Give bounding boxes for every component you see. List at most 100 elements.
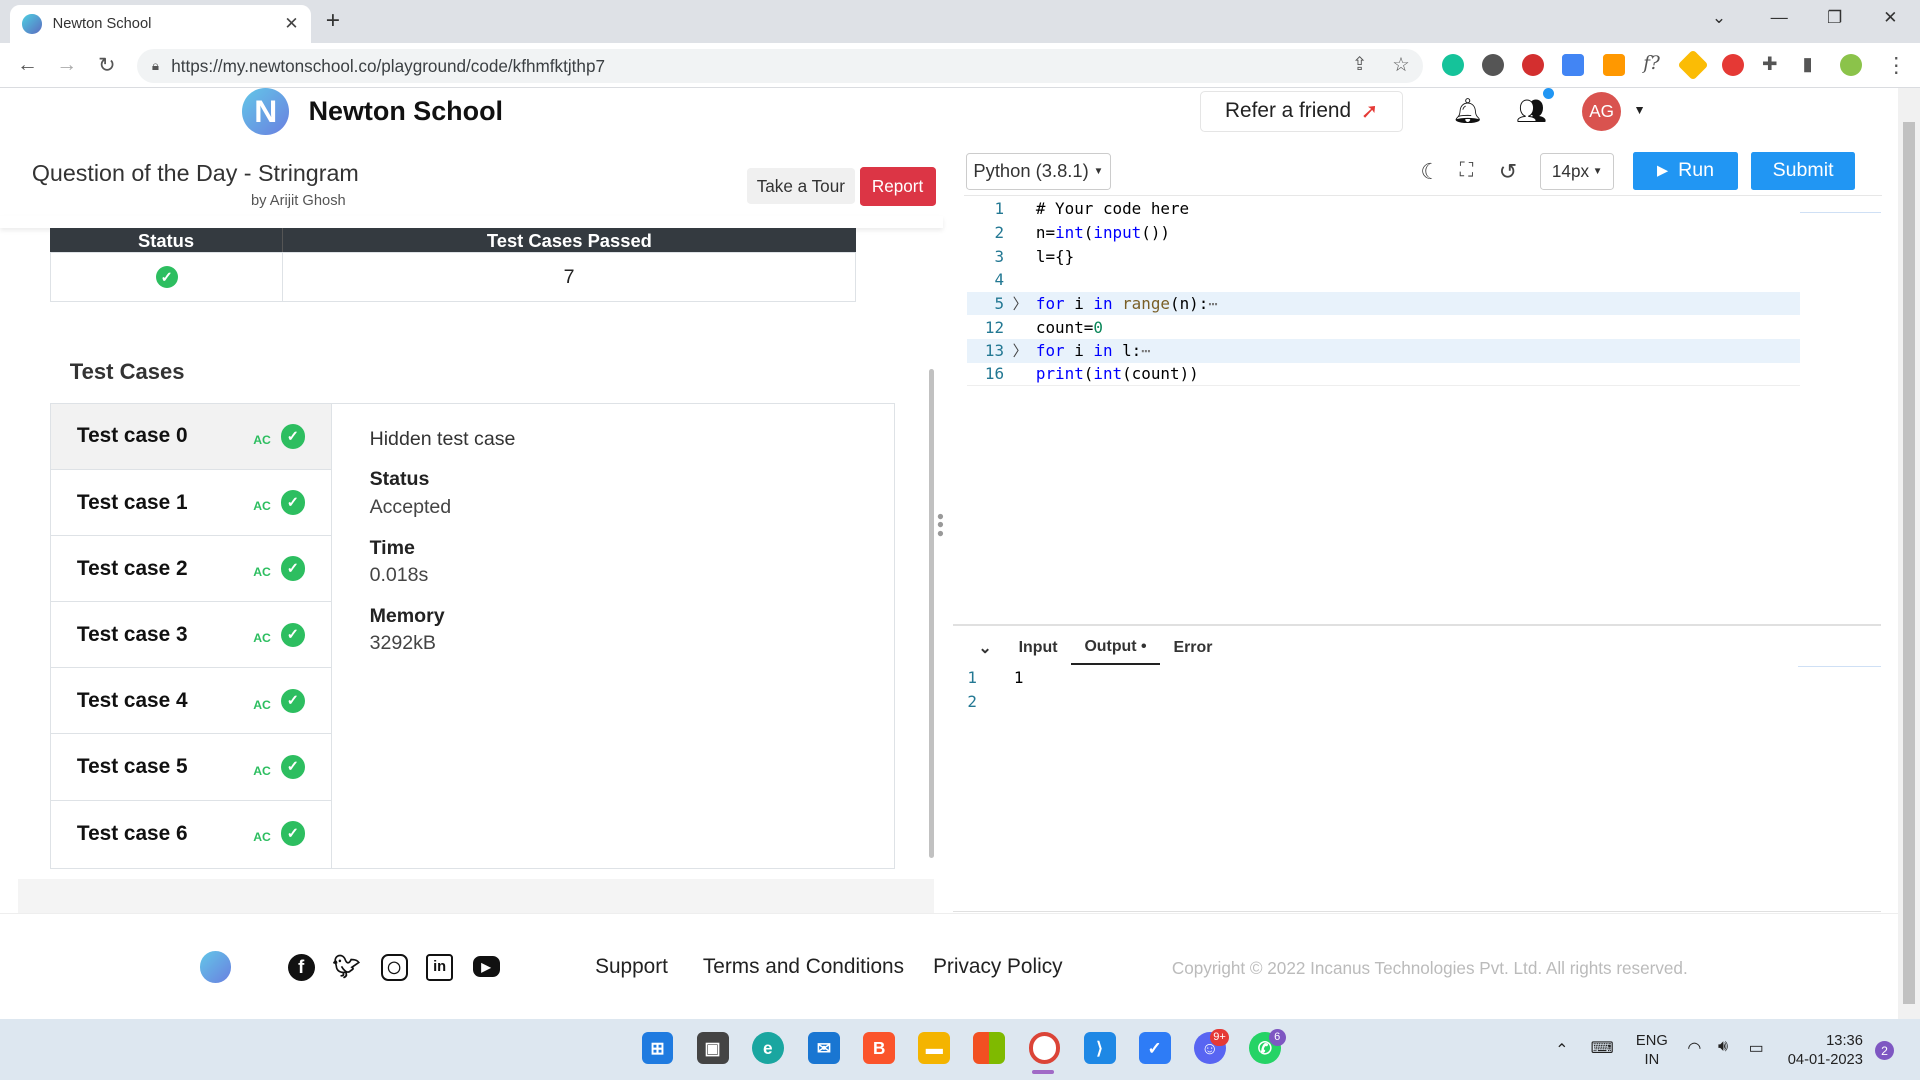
browser-tab[interactable]: Newton School ✕ xyxy=(9,4,311,43)
panel-resize-handle[interactable]: ● ● ● xyxy=(934,510,946,546)
language-select[interactable]: Python (3.8.1) ▼ xyxy=(966,153,1111,190)
tab-error[interactable]: Error xyxy=(1160,631,1226,665)
chevron-down-icon[interactable]: ▼ xyxy=(1633,103,1645,117)
test-case-item[interactable]: Test case 5 AC ✓ xyxy=(51,734,331,801)
back-icon[interactable]: ← xyxy=(17,53,38,77)
fullscreen-icon[interactable]: ⛶ xyxy=(1460,159,1474,182)
translate-extension-icon[interactable] xyxy=(1562,53,1585,76)
minimize-icon[interactable]: — xyxy=(1771,7,1788,28)
refer-friend-button[interactable]: Refer a friend ➚ xyxy=(1200,90,1404,133)
speed-extension-icon[interactable] xyxy=(1481,53,1504,76)
question-title: Question of the Day - Stringram xyxy=(31,160,359,187)
status-cell: ✓ xyxy=(51,253,284,302)
brave-icon[interactable]: B xyxy=(863,1032,896,1065)
time-value: 0.018s xyxy=(369,564,429,587)
keyboard-icon[interactable]: ⌨ xyxy=(1591,1038,1614,1058)
tab-output[interactable]: Output • xyxy=(1070,631,1161,665)
bookmark-star-icon[interactable]: ☆ xyxy=(1392,53,1410,77)
youtube-icon[interactable]: ▶ xyxy=(472,956,500,978)
fold-chevron-icon: 〉 xyxy=(1012,295,1028,313)
linkedin-icon[interactable]: in xyxy=(426,953,454,981)
test-case-detail: Hidden test case Status Accepted Time 0.… xyxy=(330,402,896,870)
run-button[interactable]: ▶ Run xyxy=(1633,151,1738,190)
left-panel-scrollbar[interactable] xyxy=(928,228,935,865)
new-tab-icon[interactable]: + xyxy=(326,7,340,35)
lang-bottom: IN xyxy=(1644,1051,1660,1068)
code-editor[interactable]: 1 # Your code here 2 n=int(input()) 3 l={} … xyxy=(967,197,1800,387)
check-circle-icon: ✓ xyxy=(280,821,306,846)
collapse-chevron-icon[interactable]: ⌄ xyxy=(965,631,1005,665)
page-scrollbar[interactable] xyxy=(1897,88,1920,1019)
test-case-item[interactable]: Test case 1 AC ✓ xyxy=(51,470,331,537)
community-icon[interactable]: 👥︎ xyxy=(1516,96,1547,126)
support-link[interactable]: Support xyxy=(595,955,668,979)
record-extension-icon[interactable] xyxy=(1721,53,1744,76)
address-bar[interactable]: 🔒︎ https://my.newtonschool.co/playground… xyxy=(137,48,1423,84)
edge-icon[interactable]: e xyxy=(751,1032,784,1065)
restore-icon[interactable]: ❐ xyxy=(1827,7,1842,28)
volume-icon[interactable]: 🔊︎ xyxy=(1718,1038,1728,1056)
verdict-badge: AC xyxy=(253,830,271,845)
brand-name[interactable]: Newton School xyxy=(309,96,503,127)
todo-icon[interactable]: ✓ xyxy=(1138,1032,1171,1065)
close-tab-icon[interactable]: ✕ xyxy=(284,13,298,34)
forward-icon[interactable]: → xyxy=(56,53,77,77)
code-line: 13 〉 for i in l:⋯ xyxy=(967,338,1800,363)
task-view-icon[interactable]: ▣ xyxy=(696,1032,729,1065)
take-tour-button[interactable]: Take a Tour xyxy=(746,167,855,205)
editor-minimap[interactable] xyxy=(1800,196,1881,214)
test-case-item[interactable]: Test case 0 AC ✓ xyxy=(51,403,331,470)
test-case-item[interactable]: Test case 6 AC ✓ xyxy=(51,801,331,867)
color-picker-extension-icon[interactable] xyxy=(1602,53,1625,76)
share-icon[interactable]: ⇪ xyxy=(1352,53,1367,75)
close-window-icon[interactable]: ✕ xyxy=(1883,7,1897,28)
tab-input[interactable]: Input xyxy=(1005,631,1071,665)
results-table-row: ✓ 7 xyxy=(50,252,856,303)
submit-button[interactable]: Submit xyxy=(1751,151,1856,190)
verdict-badge: AC xyxy=(253,565,271,580)
twitter-icon[interactable]: 🐦︎ xyxy=(333,954,361,981)
bell-icon[interactable]: 🔔︎ xyxy=(1452,96,1483,126)
whatsapp-badge: 6 xyxy=(1268,1028,1286,1046)
microsoft-store-icon[interactable] xyxy=(973,1032,1006,1065)
side-panel-icon[interactable]: ▮ xyxy=(1802,53,1812,75)
adblock-extension-icon[interactable] xyxy=(1522,53,1545,76)
terms-link[interactable]: Terms and Conditions xyxy=(703,955,904,979)
facebook-icon[interactable]: f xyxy=(287,953,315,981)
report-button[interactable]: Report xyxy=(859,166,936,206)
font-size-select[interactable]: 14px ▼ xyxy=(1540,153,1614,190)
status-label: Status xyxy=(369,468,430,491)
status-value: Accepted xyxy=(369,496,452,519)
test-cases-heading: Test Cases xyxy=(69,358,185,384)
output-view[interactable]: 11 2 xyxy=(967,666,1023,713)
browser-menu-icon[interactable]: ⋮ xyxy=(1886,53,1907,78)
reload-icon[interactable]: ↻ xyxy=(98,53,115,78)
instagram-icon[interactable]: ◯ xyxy=(380,953,408,981)
extensions-puzzle-icon[interactable]: ✚ xyxy=(1762,53,1777,75)
code-line: 1 # Your code here xyxy=(994,199,1190,219)
code-line: 2 n=int(input()) xyxy=(994,223,1171,243)
avatar[interactable]: AG xyxy=(1582,91,1622,131)
clock[interactable]: 13:36 04-01-2023 xyxy=(1788,1032,1863,1069)
moon-icon[interactable]: ☾ xyxy=(1420,159,1440,185)
newton-logo-icon[interactable]: N xyxy=(242,88,289,135)
test-case-label: Test case 5 xyxy=(76,754,188,778)
mail-icon[interactable]: ✉ xyxy=(808,1032,840,1065)
start-icon[interactable]: ⊞ xyxy=(641,1032,674,1065)
tray-chevron-up-icon[interactable]: ⌃ xyxy=(1555,1040,1568,1060)
code-line: 5 〉 for i in range(n):⋯ xyxy=(967,291,1800,316)
tab-search-icon[interactable]: ⌄ xyxy=(1712,7,1726,28)
test-case-item[interactable]: Test case 2 AC ✓ xyxy=(51,536,331,603)
language-indicator[interactable]: ENG IN xyxy=(1636,1032,1668,1069)
check-circle-icon: ✓ xyxy=(280,556,306,581)
test-case-item[interactable]: Test case 4 AC ✓ xyxy=(51,668,331,735)
battery-icon[interactable]: ▭ xyxy=(1749,1038,1764,1058)
vscode-icon[interactable]: ⟩ xyxy=(1083,1032,1116,1065)
copyright-text: Copyright © 2022 Incanus Technologies Pv… xyxy=(1171,957,1688,978)
privacy-link[interactable]: Privacy Policy xyxy=(933,955,1062,979)
reset-icon[interactable]: ↺ xyxy=(1499,159,1517,185)
test-case-item[interactable]: Test case 3 AC ✓ xyxy=(51,602,331,669)
file-explorer-icon[interactable]: ▬ xyxy=(918,1032,951,1065)
formula-extension-icon[interactable]: f? xyxy=(1643,53,1660,74)
wifi-icon[interactable]: ◠ xyxy=(1687,1038,1701,1058)
